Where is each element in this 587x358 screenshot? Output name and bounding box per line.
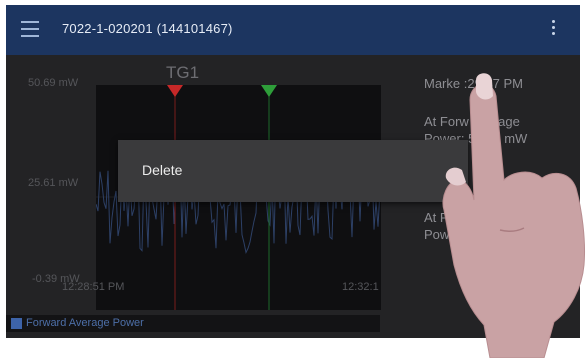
x-axis-label-start: 12:28:51 PM [62, 281, 125, 293]
chart-legend: Forward Average Power [6, 315, 380, 332]
delete-menu-item[interactable]: Delete [142, 162, 182, 178]
x-axis-label-end: 12:32:1 [342, 281, 379, 293]
app-title: 7022-1-020201 (144101467) [62, 21, 233, 36]
hamburger-menu-icon[interactable] [21, 21, 39, 37]
legend-swatch [11, 318, 22, 329]
y-axis-label-top: 50.69 mW [28, 77, 79, 89]
y-axis-label-mid: 25.61 mW [28, 177, 79, 189]
pointing-hand-icon [442, 73, 585, 358]
chart-title: TG1 [166, 63, 200, 82]
more-vertical-icon[interactable] [551, 20, 557, 40]
context-menu-dialog: Delete [118, 140, 468, 202]
legend-label: Forward Average Power [26, 317, 144, 329]
marker-green-icon[interactable] [261, 85, 277, 97]
marker-red-icon[interactable] [167, 85, 183, 97]
app-bar: 7022-1-020201 (144101467) [6, 5, 580, 55]
